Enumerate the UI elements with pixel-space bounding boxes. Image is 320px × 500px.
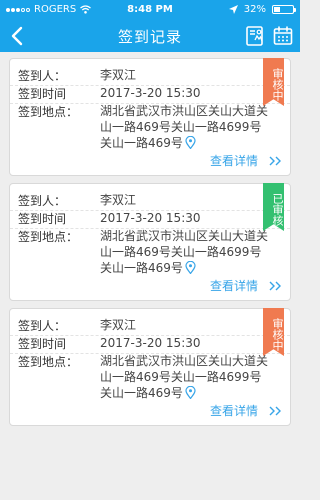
person-label: 签到人： — [18, 69, 67, 83]
double-chevron-right-icon — [269, 281, 281, 290]
double-chevron-right-icon — [269, 156, 281, 165]
time-label: 签到时间 — [18, 337, 67, 351]
status-text: 审核中 — [271, 317, 284, 351]
view-detail-link[interactable]: 查看详情 — [210, 277, 282, 294]
location-label: 签到地点： — [18, 230, 79, 244]
time-value: 2017-3-20 15:30 — [100, 86, 201, 100]
battery-fill — [274, 7, 280, 12]
status-bar: ROGERS 8:48 PM 32% — [0, 0, 300, 20]
location-label: 签到地点： — [18, 355, 79, 369]
status-badge: 审核中 — [263, 58, 284, 106]
location-label: 签到地点： — [18, 105, 79, 119]
record-card[interactable]: 签到人： 李双江 签到时间 2017-3-20 15:30 签到地点： 湖北省武… — [9, 308, 291, 426]
battery-percent: 32% — [243, 4, 266, 15]
status-text: 已审核 — [271, 192, 284, 226]
double-chevron-right-icon — [269, 406, 281, 415]
time-label: 签到时间 — [18, 212, 67, 226]
person-value: 李双江 — [100, 318, 137, 332]
status-bar-right: 32% — [228, 4, 296, 15]
location-value: 湖北省武汉市洪山区关山大道关山一路469号关山一路4699号关山一路469号 — [100, 103, 270, 151]
status-badge: 审核中 — [263, 308, 284, 356]
status-badge: 已审核 — [263, 183, 284, 231]
map-list-icon[interactable] — [244, 25, 266, 47]
location-arrow-icon — [228, 5, 238, 14]
person-label: 签到人： — [18, 319, 67, 333]
location-value: 湖北省武汉市洪山区关山大道关山一路469号关山一路4699号关山一路469号 — [100, 228, 270, 276]
location-value: 湖北省武汉市洪山区关山大道关山一路469号关山一路4699号关山一路469号 — [100, 353, 270, 401]
calendar-icon[interactable] — [272, 25, 294, 47]
time-label: 签到时间 — [18, 87, 67, 101]
view-detail-link[interactable]: 查看详情 — [210, 152, 282, 169]
view-detail-link[interactable]: 查看详情 — [210, 402, 282, 419]
status-text: 审核中 — [271, 67, 284, 101]
person-label: 签到人： — [18, 194, 67, 208]
person-value: 李双江 — [100, 193, 137, 207]
person-value: 李双江 — [100, 68, 137, 82]
view-detail-text: 查看详情 — [209, 404, 258, 418]
view-detail-text: 查看详情 — [209, 154, 258, 168]
location-pin-icon[interactable] — [185, 136, 196, 149]
location-pin-icon[interactable] — [185, 261, 196, 274]
view-detail-text: 查看详情 — [209, 279, 258, 293]
time-value: 2017-3-20 15:30 — [100, 336, 201, 350]
location-pin-icon[interactable] — [185, 386, 196, 399]
record-card[interactable]: 签到人： 李双江 签到时间 2017-3-20 15:30 签到地点： 湖北省武… — [9, 58, 291, 176]
time-value: 2017-3-20 15:30 — [100, 211, 201, 225]
record-card[interactable]: 签到人： 李双江 签到时间 2017-3-20 15:30 签到地点： 湖北省武… — [9, 183, 291, 301]
battery-icon — [272, 5, 296, 14]
nav-bar: 签到记录 — [0, 20, 300, 52]
